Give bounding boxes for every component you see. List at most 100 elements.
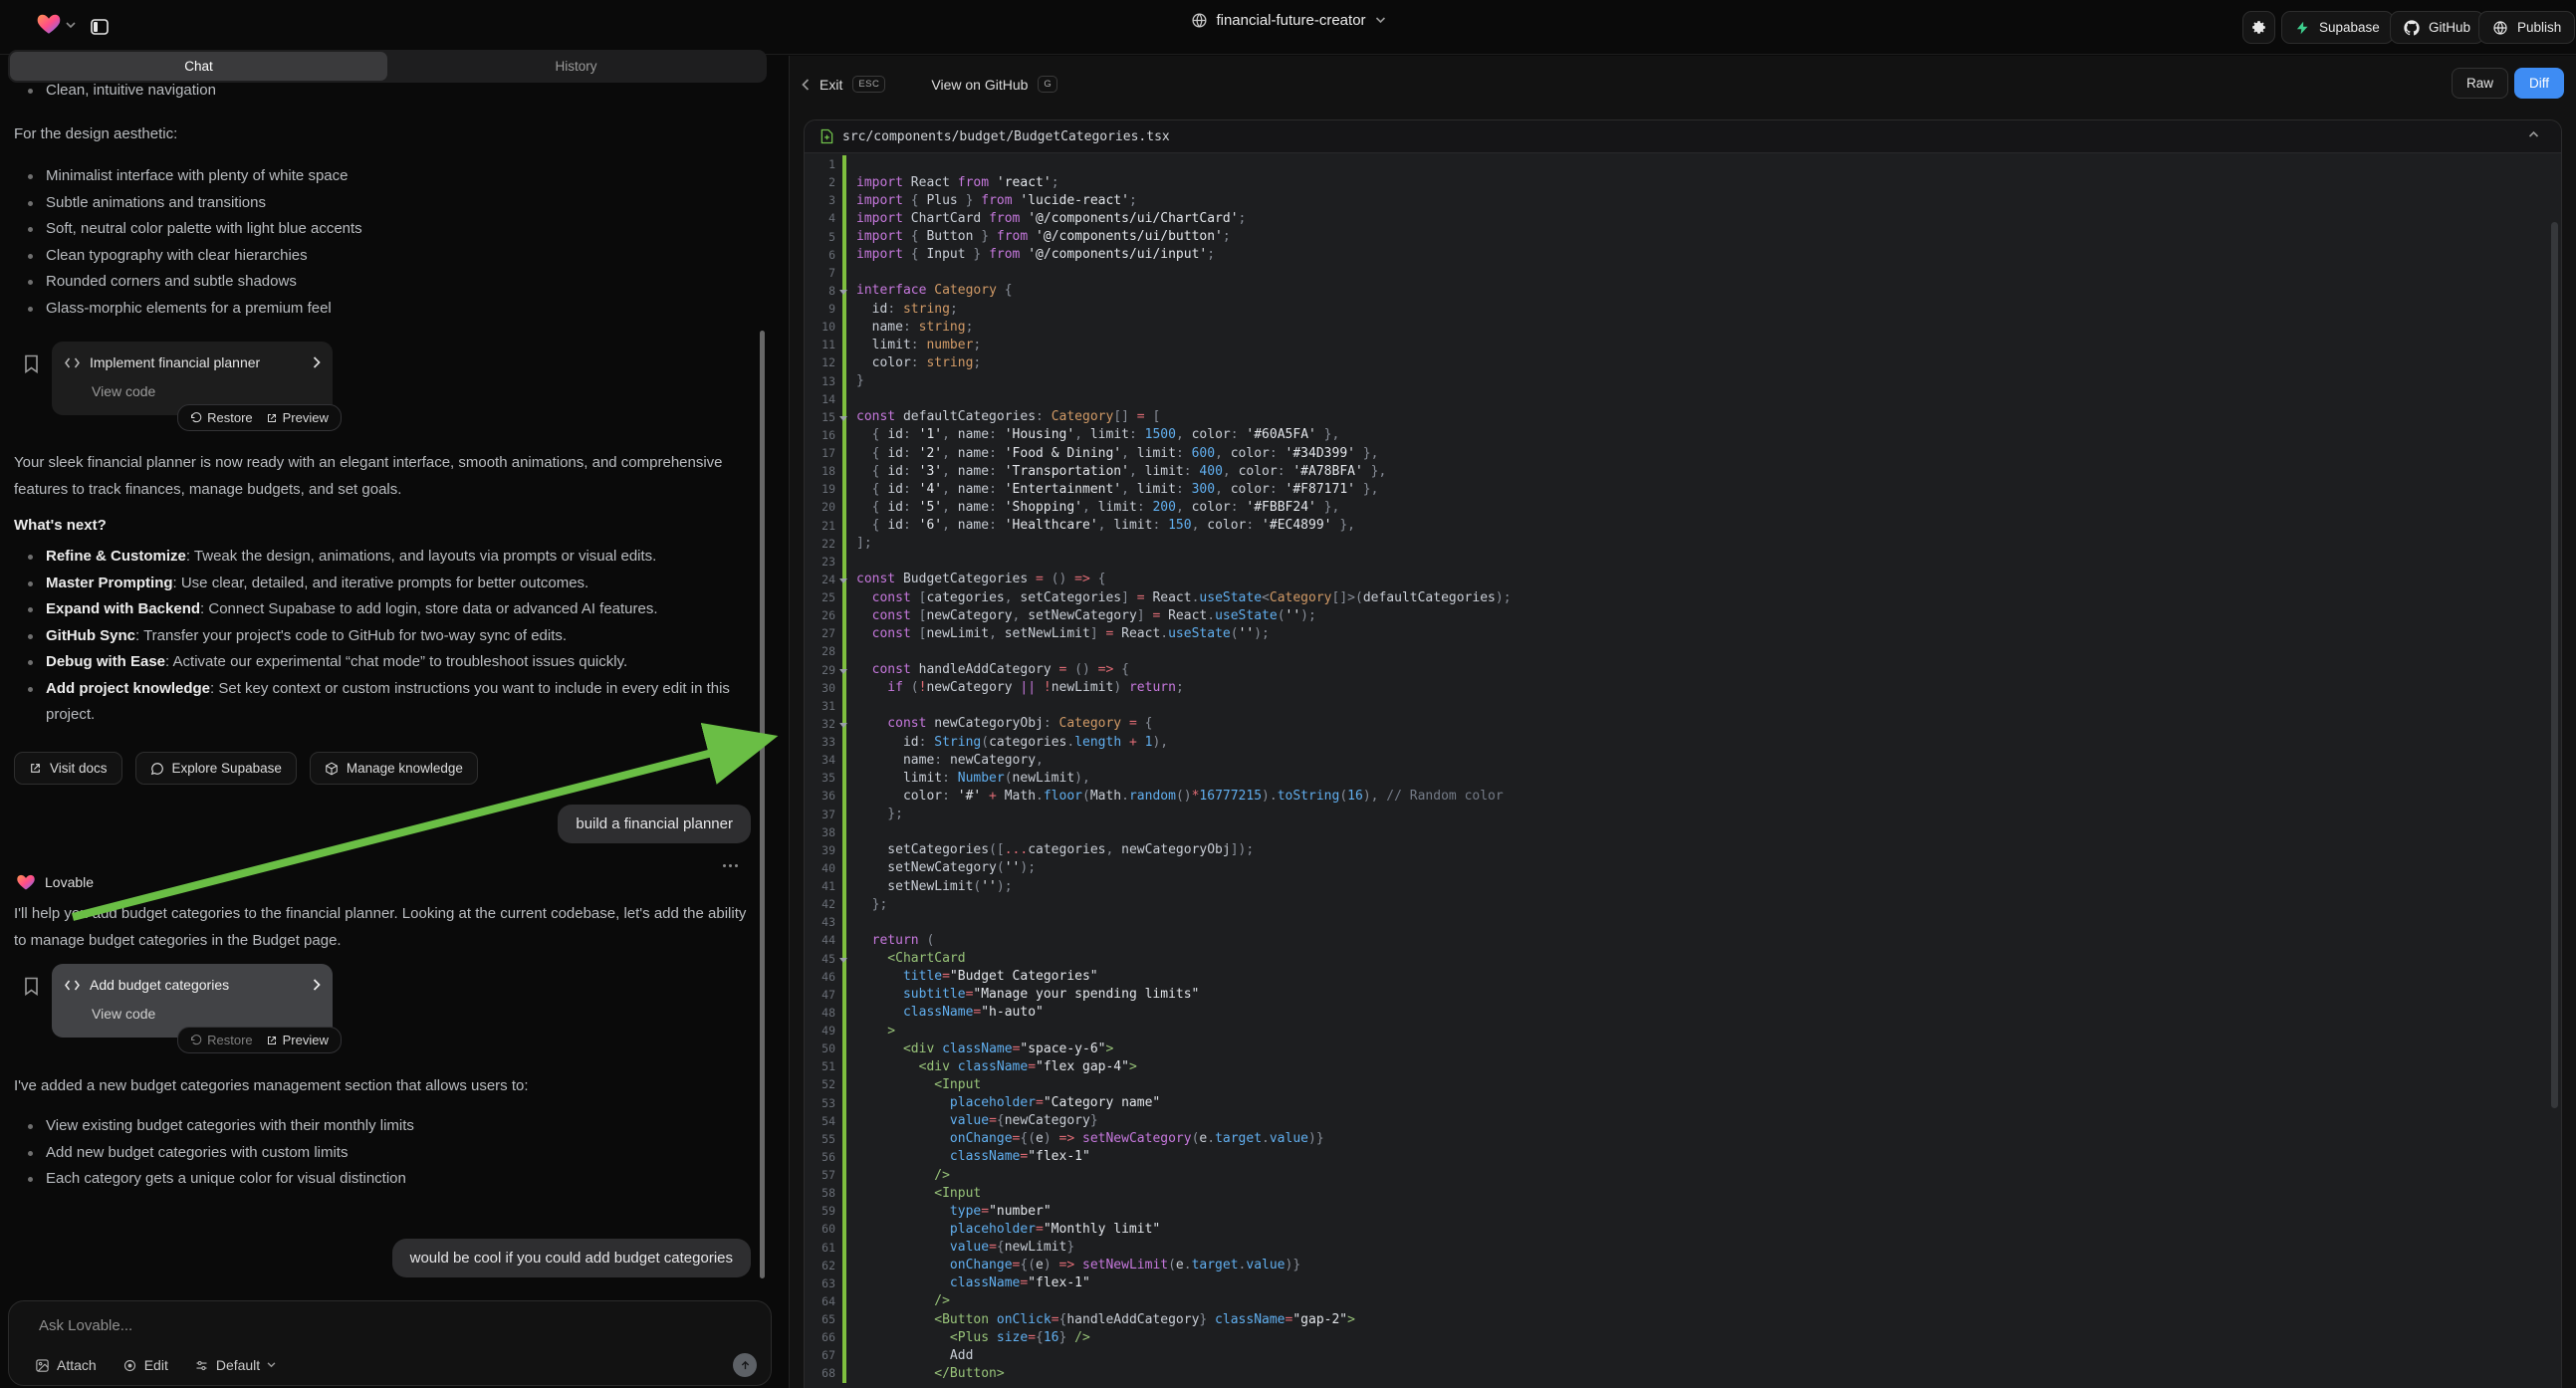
bullet-text: Clean, intuitive navigation [46,82,216,99]
bullet-text: Rounded corners and subtle shadows [46,273,297,290]
explore-supabase-button[interactable]: Explore Supabase [135,752,297,785]
list-item: Refine & Customize: Tweak the design, an… [0,544,742,571]
github-button[interactable]: GitHub [2390,11,2484,44]
publish-button[interactable]: Publish [2478,11,2575,44]
file-header[interactable]: src/components/budget/BudgetCategories.t… [805,120,2561,153]
assistant-summary: Your sleek financial planner is now read… [14,450,759,503]
visit-docs-button[interactable]: Visit docs [14,752,122,785]
code-text: </Button> [846,1366,1005,1381]
chat-scrollbar[interactable] [760,331,765,1278]
collapse-chevron-up-icon[interactable] [2528,130,2539,137]
line-number: 57 [805,1168,842,1182]
code-line: 4import ChartCard from '@/components/ui/… [805,209,2561,227]
bullet-dot-icon [28,201,33,206]
code-scrollbar[interactable] [2551,222,2558,1108]
preview-button[interactable]: Preview [266,1033,329,1047]
code-text: placeholder="Category name" [846,1095,1160,1110]
edit-button[interactable]: Edit [122,1357,168,1373]
mode-selector[interactable]: Default [194,1357,276,1373]
bookmark-icon[interactable] [24,977,39,996]
code-line: 41 setNewLimit(''); [805,877,2561,895]
fold-chevron-icon[interactable] [839,578,847,583]
fold-chevron-icon[interactable] [839,669,847,674]
code-line: 6import { Input } from '@/components/ui/… [805,246,2561,264]
bullet-dot-icon [28,89,33,94]
code-line: 37 }; [805,806,2561,823]
chat-input[interactable]: Ask Lovable... [39,1317,132,1334]
tab-history[interactable]: History [387,52,765,81]
view-code-link[interactable]: View code [92,1006,155,1022]
project-switcher[interactable]: financial-future-creator [1190,12,1385,29]
settings-button[interactable] [2242,11,2275,44]
bullet-text: Each category gets a unique color for vi… [46,1170,406,1187]
assistant-header: Lovable [16,872,94,892]
fold-chevron-icon[interactable] [839,416,847,421]
list-item: Add project knowledge: Set key context o… [0,676,742,729]
list-item: Subtle animations and transitions [0,190,767,217]
code-text: title="Budget Categories" [846,969,1098,984]
code-line: 38 [805,823,2561,841]
supabase-button[interactable]: Supabase [2281,11,2394,44]
code-line: 60 placeholder="Monthly limit" [805,1220,2561,1238]
fold-chevron-icon[interactable] [839,290,847,295]
list-item: Clean typography with clear hierarchies [0,243,767,270]
code-text: setNewCategory(''); [846,860,1036,875]
raw-toggle-button[interactable]: Raw [2452,68,2508,99]
send-button[interactable] [733,1353,757,1377]
code-line: 53 placeholder="Category name" [805,1094,2561,1112]
manage-knowledge-button[interactable]: Manage knowledge [310,752,478,785]
code-line: 31 [805,697,2561,715]
fold-chevron-icon[interactable] [839,958,847,963]
fold-chevron-icon[interactable] [839,723,847,728]
view-on-github-link[interactable]: View on GitHub [931,77,1028,93]
bullet-text: : Activate our experimental “chat mode” … [165,653,627,670]
list-item: Master Prompting: Use clear, detailed, a… [0,571,742,597]
line-number: 37 [805,808,842,821]
github-icon [2404,20,2420,36]
diff-toggle-button[interactable]: Diff [2514,68,2564,99]
code-text: onChange={(e) => setNewLimit(e.target.va… [846,1258,1300,1272]
bookmark-icon[interactable] [24,354,39,373]
github-label: GitHub [2429,20,2470,35]
chevron-right-icon[interactable] [313,979,321,991]
message-options-ellipsis-icon[interactable] [723,864,738,867]
tab-chat[interactable]: Chat [10,52,387,81]
code-line: 32 const newCategoryObj: Category = { [805,715,2561,733]
line-number: 1 [805,157,842,171]
bullet-text: Add new budget categories with custom li… [46,1144,348,1161]
line-number: 54 [805,1114,842,1128]
line-number: 24 [805,573,842,586]
preview-button[interactable]: Preview [266,410,329,425]
restore-button-disabled[interactable]: Restore [190,1033,253,1047]
diff-added-bar [842,155,846,173]
chevron-left-icon[interactable] [802,79,810,91]
line-number: 28 [805,644,842,658]
code-text: <div className="flex gap-4"> [846,1059,1137,1074]
code-line: 65 <Button onClick={handleAddCategory} c… [805,1310,2561,1328]
line-number: 66 [805,1330,842,1344]
chevron-right-icon[interactable] [313,356,321,368]
code-text: id: String(categories.length + 1), [846,735,1168,750]
code-line: 35 limit: Number(newLimit), [805,769,2561,787]
code-text: type="number" [846,1204,1052,1219]
code-line: 27 const [newLimit, setNewLimit] = React… [805,624,2561,642]
code-line: 12 color: string; [805,353,2561,371]
composer[interactable]: Ask Lovable... Attach Edit Default [8,1300,772,1386]
line-number: 19 [805,482,842,496]
bullet-text: Minimalist interface with plenty of whit… [46,167,348,184]
restore-preview-pill: Restore Preview [177,1027,342,1053]
line-number: 67 [805,1348,842,1362]
attach-button[interactable]: Attach [35,1357,97,1373]
lovable-logo-heart-icon[interactable] [36,11,62,37]
exit-button[interactable]: Exit [820,77,842,93]
view-code-link[interactable]: View code [92,383,155,399]
code-line: 54 value={newCategory} [805,1112,2561,1130]
logo-chevron-down-icon[interactable] [66,22,76,29]
line-number: 16 [805,428,842,442]
restore-button[interactable]: Restore [190,410,253,425]
line-number: 22 [805,537,842,551]
project-title: financial-future-creator [1216,12,1365,29]
sidebar-toggle-icon[interactable] [84,11,116,43]
top-bar: financial-future-creator Supabase GitHub… [0,0,2576,55]
line-number: 3 [805,193,842,207]
